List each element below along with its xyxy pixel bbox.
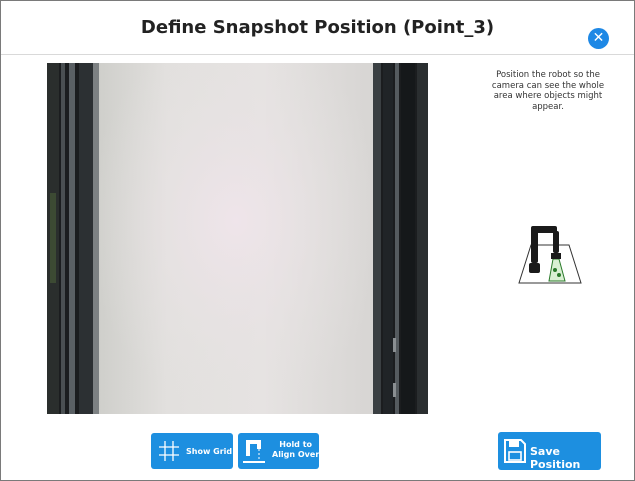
robot-camera-icon [517,223,584,285]
show-grid-label: Show Grid [186,447,233,456]
save-position-button[interactable]: Save Position [498,432,601,471]
align-over-label: Hold to Align Over [272,440,320,459]
hold-to-align-over-button[interactable]: Hold to Align Over [238,433,319,469]
close-icon: ✕ [592,30,605,46]
snapshot-dialog: Define Snapshot Position (Point_3) ✕ Pos… [0,0,635,481]
camera-view [47,63,428,414]
dialog-title: Define Snapshot Position (Point_3) [140,17,495,38]
dialog-header: Define Snapshot Position (Point_3) ✕ [1,1,634,55]
show-grid-button[interactable]: Show Grid [151,433,233,469]
save-disk-icon [504,439,526,467]
instructions-text: Position the robot so the camera can see… [491,70,605,112]
grid-icon [159,441,179,465]
save-position-label: Save Position [530,445,581,471]
camera-feed-image [47,63,428,414]
close-button[interactable]: ✕ [588,28,609,49]
align-over-icon [243,437,267,469]
